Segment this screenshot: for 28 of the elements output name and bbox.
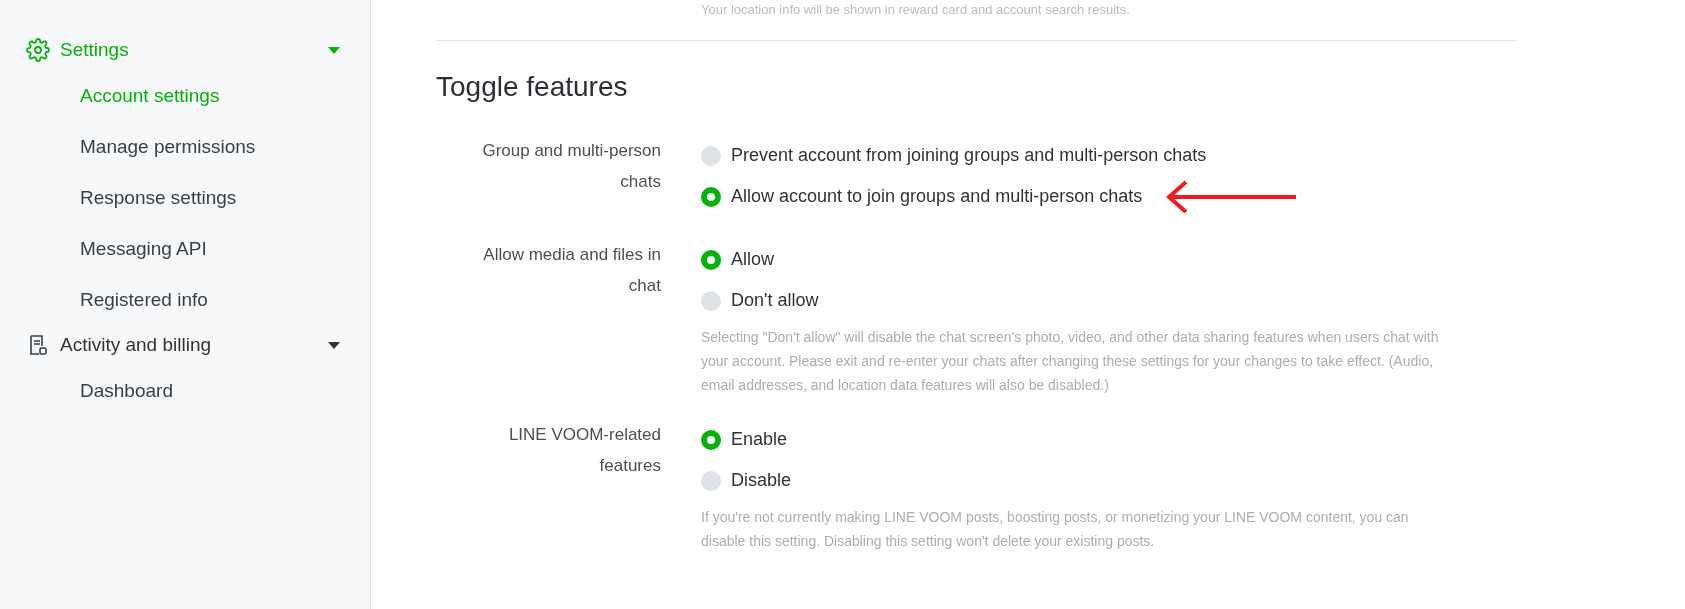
caret-icon bbox=[328, 341, 340, 349]
option-label[interactable]: Prevent account from joining groups and multi-person chats bbox=[731, 145, 1207, 166]
radio-button[interactable] bbox=[701, 290, 721, 311]
radio-button[interactable] bbox=[701, 249, 721, 270]
sidebar-item[interactable]: Manage permissions bbox=[0, 121, 370, 172]
setting-label: LINE VOOM-related features bbox=[507, 424, 662, 477]
help-text: If you're not currently making LINE VOOM posts, boosting posts, or monetizing your LINE VOOM content, you can disable this setting. Disabling this setting won't delete your existing posts. bbox=[701, 508, 1410, 551]
radio-button[interactable] bbox=[701, 145, 721, 166]
option-label[interactable]: Don't allow bbox=[731, 290, 819, 311]
option-label[interactable]: Allow bbox=[731, 249, 774, 270]
sidebar-item[interactable]: Response settings bbox=[0, 172, 370, 223]
sidebar-item[interactable]: Dashboard bbox=[0, 365, 370, 416]
radio-button[interactable] bbox=[701, 429, 721, 450]
setting-label: Allow media and files in chat bbox=[482, 244, 662, 297]
option-label[interactable]: Allow account to join groups and multi-person chats bbox=[731, 186, 1143, 207]
option-label[interactable]: Disable bbox=[731, 470, 792, 491]
caret-icon bbox=[328, 46, 340, 54]
location-note: Your location info will be shown in reward card and account search results. bbox=[700, 2, 1131, 18]
settings-icon bbox=[26, 38, 50, 62]
sidebar-item[interactable]: Messaging API bbox=[0, 223, 370, 274]
section-title: Toggle features bbox=[436, 71, 629, 103]
sidebar-item[interactable]: Registered info bbox=[0, 274, 370, 325]
radio-button[interactable] bbox=[701, 470, 721, 491]
setting-label: Group and multi-person chats bbox=[481, 140, 662, 193]
option-label[interactable]: Enable bbox=[731, 429, 788, 450]
help-text: Selecting "Don't allow" will disable the chat screen's photo, video, and other data sharing features when users chat with your account. Please exit and re-enter your chats after changing these settings for your changes to take effect. (Audio, email addresses, and location data features will also be disabled.) bbox=[701, 328, 1440, 395]
sidebar-section[interactable]: Activity and billing bbox=[0, 325, 370, 365]
radio-button[interactable] bbox=[701, 186, 721, 207]
